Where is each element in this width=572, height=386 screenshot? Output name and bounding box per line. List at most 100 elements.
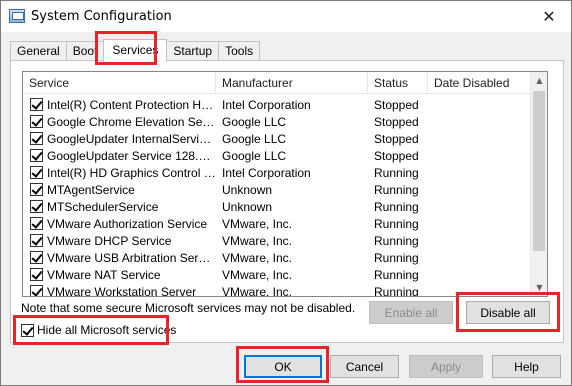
scrollbar-thumb[interactable] (533, 91, 545, 251)
hide-microsoft-services-label: Hide all Microsoft services (37, 323, 177, 337)
service-checkbox[interactable] (30, 183, 43, 196)
close-button[interactable]: ✕ (533, 3, 565, 29)
service-cell: VMware USB Arbitration Service (23, 251, 216, 265)
service-cell: VMware Authorization Service (23, 217, 216, 231)
service-cell: Google Chrome Elevation Servic... (23, 115, 216, 129)
disable-all-label: Disable all (480, 305, 536, 320)
service-cell: Intel(R) HD Graphics Control Pa... (23, 166, 216, 180)
service-checkbox[interactable] (30, 234, 43, 247)
service-name: VMware NAT Service (47, 267, 161, 282)
service-checkbox[interactable] (30, 115, 43, 128)
manufacturer-cell: Google LLC (222, 131, 287, 146)
table-row[interactable]: GoogleUpdater Service 128.0.6... Google L… (23, 147, 532, 164)
service-name: MTAgentService (47, 182, 135, 197)
status-cell: Stopped (374, 131, 419, 146)
apply-button[interactable]: Apply (409, 355, 483, 378)
cancel-label: Cancel (345, 359, 384, 374)
service-cell: VMware DHCP Service (23, 234, 216, 248)
status-cell: Running (374, 165, 419, 180)
msconfig-app-icon (9, 9, 25, 23)
services-list-rows: Intel(R) Content Protection HEC... Intel … (23, 96, 532, 297)
service-checkbox[interactable] (30, 268, 43, 281)
table-row[interactable]: GoogleUpdater InternalService ... Google … (23, 130, 532, 147)
service-name: VMware Workstation Server (47, 284, 197, 297)
table-row[interactable]: MTAgentService Unknown Running (23, 181, 532, 198)
service-checkbox[interactable] (30, 149, 43, 162)
table-row[interactable]: MTSchedulerService Unknown Running (23, 198, 532, 215)
status-cell: Running (374, 233, 419, 248)
table-row[interactable]: Intel(R) HD Graphics Control Pa... Intel … (23, 164, 532, 181)
help-button[interactable]: Help (492, 355, 561, 378)
table-row[interactable]: VMware Workstation Server VMware, Inc. Run… (23, 283, 532, 297)
service-cell: MTAgentService (23, 183, 216, 197)
service-checkbox[interactable] (30, 98, 43, 111)
manufacturer-cell: VMware, Inc. (222, 267, 293, 282)
scroll-up-arrow-icon[interactable]: ▲ (531, 72, 547, 89)
column-header-manufacturer[interactable]: Manufacturer (216, 72, 368, 94)
column-header-status[interactable]: Status (368, 72, 428, 94)
service-name: MTSchedulerService (47, 199, 159, 214)
tab-tools[interactable]: Tools (218, 41, 261, 61)
title-bar: System Configuration ✕ (1, 1, 571, 32)
help-label: Help (514, 359, 539, 374)
table-row[interactable]: Intel(R) Content Protection HEC... Intel … (23, 96, 532, 113)
vertical-scrollbar[interactable]: ▲ ▼ (530, 72, 547, 296)
disable-all-button[interactable]: Disable all (466, 301, 550, 324)
status-cell: Stopped (374, 97, 419, 112)
manufacturer-cell: Intel Corporation (222, 97, 311, 112)
service-name: GoogleUpdater Service 128.0.6... (47, 148, 216, 163)
service-checkbox[interactable] (30, 251, 43, 264)
services-list-header: Service Manufacturer Status Date Disable… (23, 72, 532, 94)
service-checkbox[interactable] (30, 132, 43, 145)
tab-general[interactable]: General (10, 41, 67, 61)
column-header-service[interactable]: Service (23, 72, 216, 94)
ok-button[interactable]: OK (244, 355, 322, 378)
table-row[interactable]: VMware NAT Service VMware, Inc. Running (23, 266, 532, 283)
tab-services[interactable]: Services (103, 39, 168, 62)
table-row[interactable]: VMware Authorization Service VMware, Inc.… (23, 215, 532, 232)
service-name: Google Chrome Elevation Servic... (47, 114, 216, 129)
service-checkbox[interactable] (30, 200, 43, 213)
manufacturer-cell: Unknown (222, 199, 273, 214)
hide-microsoft-services-check-icon[interactable] (21, 323, 34, 337)
status-cell: Running (374, 199, 419, 214)
manufacturer-cell: VMware, Inc. (222, 216, 293, 231)
secure-services-note: Note that some secure Microsoft services… (21, 301, 356, 315)
service-name: Intel(R) HD Graphics Control Pa... (47, 165, 216, 180)
status-cell: Running (374, 284, 419, 297)
hide-microsoft-services-checkbox[interactable]: Hide all Microsoft services (21, 323, 176, 337)
status-cell: Running (374, 182, 419, 197)
service-name: VMware Authorization Service (47, 216, 208, 231)
scroll-down-arrow-icon[interactable]: ▼ (531, 279, 547, 296)
manufacturer-cell: VMware, Inc. (222, 233, 293, 248)
apply-label: Apply (430, 359, 462, 374)
column-header-date-disabled[interactable]: Date Disabled (428, 72, 532, 94)
service-cell: GoogleUpdater Service 128.0.6... (23, 149, 216, 163)
cancel-button[interactable]: Cancel (330, 355, 399, 378)
status-cell: Running (374, 267, 419, 282)
tab-boot[interactable]: Boot (65, 41, 105, 61)
service-checkbox[interactable] (30, 285, 43, 296)
manufacturer-cell: Unknown (222, 182, 273, 197)
status-cell: Stopped (374, 114, 419, 129)
enable-all-button[interactable]: Enable all (369, 301, 453, 324)
service-checkbox[interactable] (30, 166, 43, 179)
services-tab-panel: Service Manufacturer Status Date Disable… (10, 60, 564, 343)
service-name: GoogleUpdater InternalService ... (47, 131, 216, 146)
service-name: VMware USB Arbitration Service (47, 250, 216, 265)
table-row[interactable]: VMware DHCP Service VMware, Inc. Running (23, 232, 532, 249)
status-cell: Running (374, 216, 419, 231)
service-checkbox[interactable] (30, 217, 43, 230)
tab-startup[interactable]: Startup (166, 41, 220, 61)
manufacturer-cell: Intel Corporation (222, 165, 311, 180)
manufacturer-cell: Google LLC (222, 148, 287, 163)
manufacturer-cell: VMware, Inc. (222, 284, 293, 297)
service-cell: MTSchedulerService (23, 200, 216, 214)
table-row[interactable]: VMware USB Arbitration Service VMware, In… (23, 249, 532, 266)
ok-label: OK (274, 359, 292, 374)
tab-strip: General Boot Services Startup Tools (10, 39, 261, 62)
table-row[interactable]: Google Chrome Elevation Servic... Google … (23, 113, 532, 130)
services-list: Service Manufacturer Status Date Disable… (22, 71, 548, 297)
service-name: Intel(R) Content Protection HEC... (47, 97, 216, 112)
service-cell: Intel(R) Content Protection HEC... (23, 98, 216, 112)
